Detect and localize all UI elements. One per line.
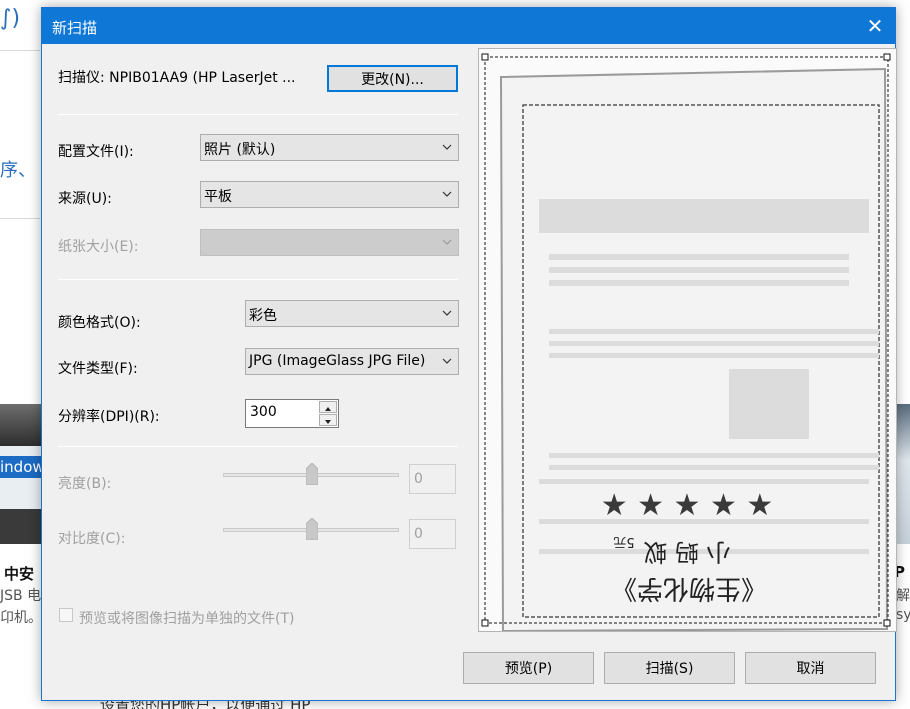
source-select-value: 平板: [204, 189, 232, 205]
separate-files-label: 预览或将图像扫描为单独的文件(T): [79, 611, 295, 627]
close-icon[interactable]: ✕: [861, 12, 889, 40]
background-divider: [0, 50, 40, 51]
contrast-value: 0: [409, 519, 456, 549]
contrast-label: 对比度(C):: [58, 531, 126, 547]
brightness-label: 亮度(B):: [58, 476, 112, 492]
dialog-title: 新扫描: [52, 19, 98, 37]
source-select[interactable]: 平板: [200, 181, 459, 208]
dialog-titlebar[interactable]: 新扫描 ✕: [42, 8, 895, 44]
file-type-select[interactable]: JPG (ImageGlass JPG File): [245, 348, 459, 375]
background-left-line: JSB 电: [0, 588, 42, 604]
separator: [58, 114, 458, 115]
brightness-slider-thumb: [306, 463, 318, 485]
separator: [58, 279, 458, 280]
background-link-text: 序、: [0, 160, 36, 181]
background-left-line: 卬机。: [0, 610, 42, 626]
profile-label: 配置文件(I):: [58, 144, 134, 160]
chevron-down-icon: [442, 310, 452, 316]
background-left-title: 中安: [4, 565, 35, 583]
source-label: 来源(U):: [58, 191, 112, 207]
color-format-label: 颜色格式(O):: [58, 315, 141, 331]
spin-down-button[interactable]: [319, 414, 337, 426]
separator: [58, 446, 458, 447]
cancel-button[interactable]: 取消: [745, 652, 876, 684]
preview-heading-text: 《生物化学》: [611, 573, 767, 603]
contrast-slider-thumb: [306, 518, 318, 540]
file-type-label: 文件类型(F):: [58, 361, 138, 377]
preview-small-text: 5元: [613, 534, 634, 549]
background-right-line: sy: [896, 607, 910, 623]
paper-size-select: [200, 229, 459, 256]
profile-select-value: 照片 (默认): [204, 142, 276, 158]
scanned-page-preview: ★ ★ ★ ★ ★ 小 蚂 蚁 5元 《生物化学》: [479, 49, 896, 631]
background-windows-label: indow: [0, 456, 42, 478]
spinner-buttons: [319, 401, 337, 426]
resolution-spinner[interactable]: 300: [245, 399, 339, 428]
chevron-down-icon: [442, 191, 452, 197]
chevron-down-icon: [442, 358, 452, 364]
scan-button[interactable]: 扫描(S): [604, 652, 735, 684]
profile-select[interactable]: 照片 (默认): [200, 134, 459, 161]
caret-down-icon: [325, 420, 331, 424]
preview-button[interactable]: 预览(P): [463, 652, 594, 684]
preview-stars-text: ★ ★ ★ ★ ★: [601, 488, 774, 523]
new-scan-dialog: 新扫描 ✕ 扫描仪: NPIB01AA9 (HP LaserJet ... 更改…: [41, 7, 897, 701]
brightness-value: 0: [409, 464, 456, 494]
scanner-label: 扫描仪: NPIB01AA9 (HP LaserJet ...: [58, 70, 296, 86]
change-scanner-button[interactable]: 更改(N)...: [327, 65, 458, 92]
chevron-down-icon: [442, 144, 452, 150]
file-type-select-value: JPG (ImageGlass JPG File): [249, 353, 426, 369]
resolution-input[interactable]: 300: [250, 404, 277, 420]
preview-subtitle-text: 小 蚂 蚁: [643, 538, 730, 566]
paper-size-label: 纸张大小(E):: [58, 239, 139, 255]
background-right-line: 解: [896, 588, 910, 604]
background-printer-image-left: indow: [0, 404, 42, 544]
separate-files-checkbox[interactable]: [59, 608, 73, 622]
scan-preview-pane[interactable]: ★ ★ ★ ★ ★ 小 蚂 蚁 5元 《生物化学》: [478, 48, 897, 632]
color-format-select-value: 彩色: [249, 308, 277, 324]
spin-up-button[interactable]: [319, 401, 337, 413]
resolution-label: 分辨率(DPI)(R):: [58, 409, 160, 425]
background-bracket: ∫): [0, 6, 21, 31]
caret-up-icon: [325, 407, 331, 411]
background-divider: [0, 218, 40, 219]
chevron-down-icon: [442, 239, 452, 245]
color-format-select[interactable]: 彩色: [245, 300, 459, 327]
